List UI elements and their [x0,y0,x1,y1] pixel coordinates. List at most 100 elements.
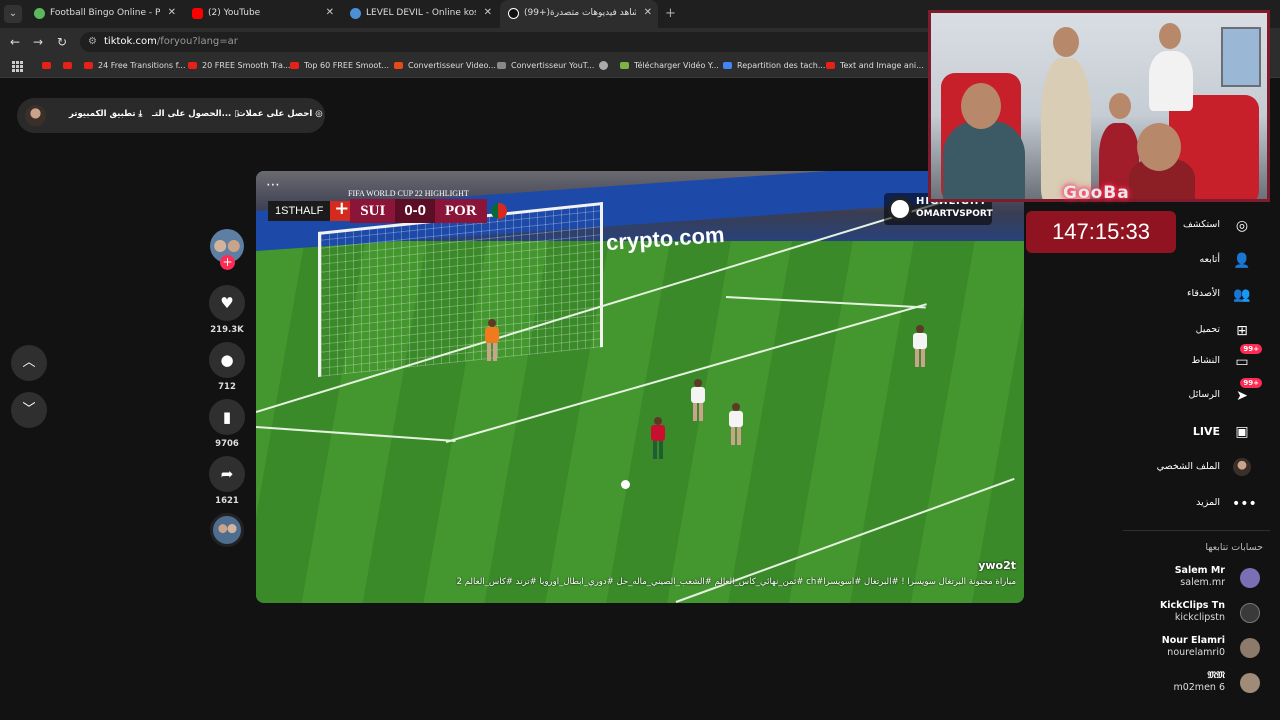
bookmark-item[interactable]: 24 Free Transitions f... [84,61,186,70]
activity-badge: 99+ [1240,344,1262,354]
reload-icon[interactable]: ↻ [54,34,70,50]
music-disc-avatar[interactable] [210,513,244,547]
following-account[interactable]: Nour Elamri nourelamri0 [1130,635,1270,661]
soccer-ball-icon [888,197,912,221]
new-tab-icon[interactable]: + [665,6,676,21]
tab-football-bingo[interactable]: Football Bingo Online - Play No ✕ [26,0,182,28]
tab-youtube[interactable]: (2) YouTube ✕ [184,0,340,28]
site-settings-icon[interactable]: ⚙ [88,32,97,52]
share-button[interactable]: ➦ [209,456,245,492]
like-button[interactable]: ♥ [209,285,245,321]
bookmark-item[interactable] [599,61,613,70]
bookmark-item[interactable] [42,61,56,70]
sidebar-item-activity[interactable]: النشاط ▭ 99+ [1130,344,1270,373]
save-button[interactable]: ▮ [209,399,245,435]
level-devil-favicon-icon [350,8,361,19]
chevron-down-icon: ﹀ [22,402,36,417]
sidebar-item-friends[interactable]: الأصدقاء 👥 [1130,284,1270,306]
get-coins-button[interactable]: احصل على عملات ◎ [237,109,323,119]
webcam-face [961,83,1001,129]
following-account[interactable]: Salem Mr salem.mr [1130,565,1270,591]
sidebar-item-more[interactable]: المزيد ••• [1130,493,1270,515]
share-arrow-icon: ➦ [220,465,234,483]
webcam-face [1137,123,1181,171]
bookmark-item[interactable]: 20 FREE Smooth Tra... [188,61,290,70]
close-tab-icon[interactable]: ✕ [644,7,652,18]
download-icon: ⤓ [138,109,143,119]
comment-button[interactable]: ● [209,342,245,378]
forward-arrow-icon[interactable]: → [30,34,46,50]
friends-icon: 👥 [1233,287,1251,303]
sidebar-item-live[interactable]: LIVE ▣ [1130,421,1270,443]
converter-icon [394,62,403,69]
bookmark-item[interactable]: Télécharger Vidéo Y... [620,61,719,70]
live-icon: ▣ [1235,424,1249,440]
chevron-up-icon: ︿ [22,355,36,370]
previous-video-button[interactable]: ︿ [11,345,47,381]
sidebar-item-messages[interactable]: الرسائل ➤ 99+ [1130,378,1270,407]
video-author[interactable]: ywo2t [978,559,1016,572]
video-goal [318,202,603,377]
comment-bubble-icon: ● [220,351,234,369]
tab-level-devil[interactable]: LEVEL DEVIL - Online kostenlos ✕ [342,0,498,28]
avatar [1240,638,1260,658]
youtube-icon [63,62,72,69]
avatar [1240,673,1260,693]
next-video-button[interactable]: ﹀ [11,392,47,428]
profile-icon [1232,458,1252,478]
tiktok-favicon-icon [508,8,519,19]
top-action-bar: تطبيق الكمبيوتر ⤓ الحصول على التـ... ▯ ا… [17,98,325,133]
bookmark-item[interactable]: Repartition des tach... [723,61,825,70]
webcam-person [1149,51,1193,111]
webcam-face [1109,93,1131,119]
following-account[interactable]: KickClips Tn kickclipstn [1130,600,1270,626]
sidebar-item-profile[interactable]: الملف الشخصي [1130,457,1270,479]
messages-badge: 99+ [1240,378,1262,388]
bookmark-item[interactable]: Top 60 FREE Smoot... [290,61,389,70]
save-count: 9706 [215,439,239,449]
video-caption[interactable]: مباراة مجنونة البرتغال سويسرا ! #البرتغا… [456,577,1016,587]
webcam-face [1159,23,1181,49]
follow-plus-icon[interactable]: + [220,255,235,270]
desktop-app-button[interactable]: تطبيق الكمبيوتر ⤓ [69,109,142,119]
video-player-figure [912,325,928,367]
activity-icon: ▭ [1235,354,1249,370]
youtube-icon [84,62,93,69]
sidebar-divider [1123,530,1270,531]
download-icon [620,62,629,69]
bookmark-item[interactable]: Convertisseur Video... [394,61,496,70]
globe-icon [599,61,608,70]
close-tab-icon[interactable]: ✕ [168,7,176,18]
webcam-face [1053,27,1079,57]
docs-icon [723,62,732,69]
apps-grid-icon[interactable] [12,61,23,72]
get-app-button[interactable]: الحصول على التـ... ▯ [152,109,239,119]
sidebar-item-following[interactable]: أتابعه 👤 [1130,250,1270,272]
switzerland-flag-icon [330,198,351,221]
video-player-figure [650,417,666,459]
avatar[interactable] [25,105,46,126]
scorebug: FIFA WORLD CUP 22 HIGHLIGHT 1STHALF SUI … [268,189,507,223]
bookmark-item[interactable] [63,61,77,70]
sidebar-item-upload[interactable]: تحميل ⊞ [1130,320,1270,342]
tab-search-button[interactable]: ⌄ [4,5,22,23]
bookmark-item[interactable]: Text and Image ani... [826,61,924,70]
sidebar-item-explore[interactable]: استكشف ◎ [1130,215,1270,237]
avatar [1240,603,1260,623]
close-tab-icon[interactable]: ✕ [326,7,334,18]
back-arrow-icon[interactable]: ← [7,34,23,50]
stream-webcam-overlay [928,10,1270,202]
youtube-icon [42,62,51,69]
more-options-icon[interactable]: ⋯ [266,177,281,193]
following-account[interactable]: 𝔐𝔐 m02men 6 [1130,670,1270,696]
messages-icon: ➤ [1236,388,1248,404]
video-player[interactable]: crypto.com ⋯ FIFA WORLD CUP 22 HIGHLIGHT… [256,171,1024,603]
bookmark-item[interactable]: Convertisseur YouT... [497,61,594,70]
youtube-icon [826,62,835,69]
webcam-person [943,121,1025,199]
bookmark-icon: ▮ [222,408,232,426]
following-accounts-title: حسابات تتابعها [1205,542,1263,553]
webcam-person [1041,58,1091,199]
tab-tiktok[interactable]: (99+)شاهد فيديوهات متصدرة | ✕ [500,0,658,28]
close-tab-icon[interactable]: ✕ [484,7,492,18]
